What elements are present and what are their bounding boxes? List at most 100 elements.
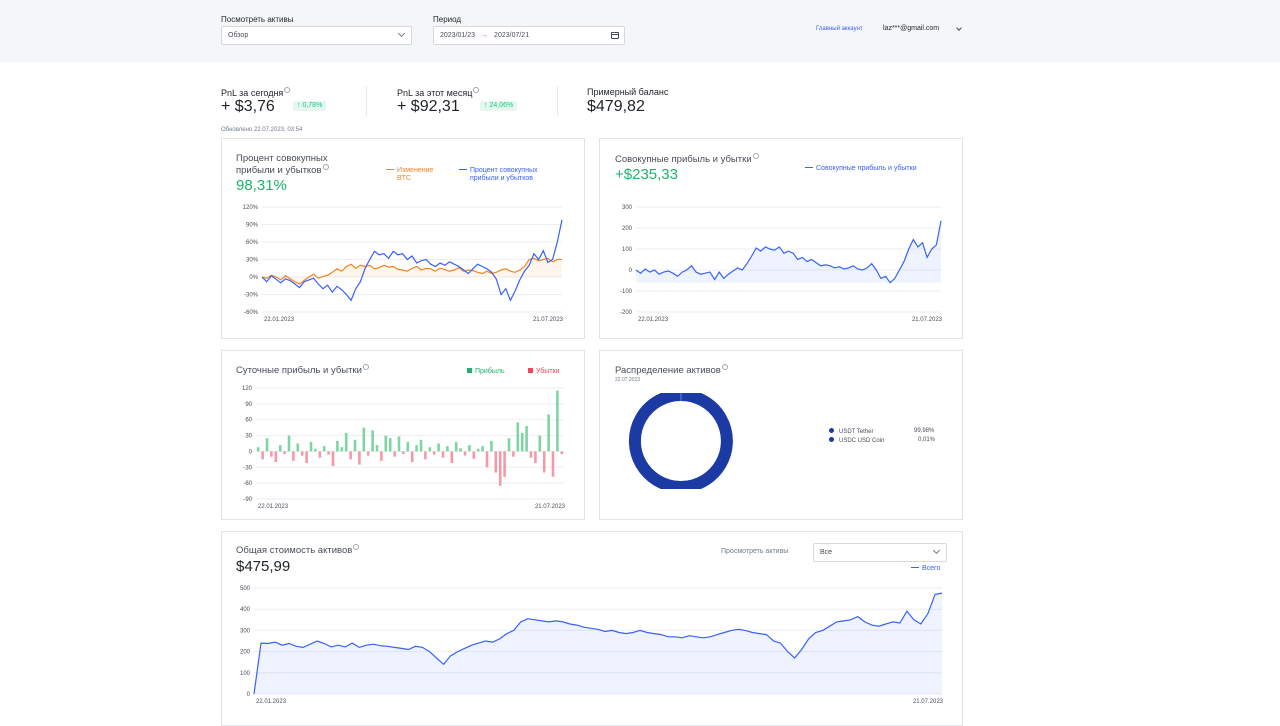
info-icon[interactable]	[473, 87, 479, 93]
pnl-month-label: PnL за этот месяц	[397, 87, 479, 98]
bar	[345, 433, 348, 452]
pnl-month-badge: ↑ 24,06%	[480, 101, 517, 111]
y-tick-label: 0	[629, 268, 633, 274]
info-icon[interactable]	[284, 87, 290, 93]
legend-profit-text: Прибыль	[475, 368, 505, 375]
view-assets-select[interactable]: Обзор	[221, 26, 412, 45]
cumulative-pnl-chart[interactable]: 3002001000-100-20022.01.202321.07.2023	[600, 199, 962, 329]
bar	[367, 451, 370, 455]
total-value-chart[interactable]: 500 400 300 200 100 0 22.01.2023 21.07.2023	[222, 577, 962, 725]
x-tick-label: 21.07.2023	[913, 699, 944, 705]
divider	[557, 86, 558, 116]
card-value: $475,99	[236, 558, 290, 575]
y-tick-label: 300	[240, 628, 251, 634]
legend-total[interactable]: Всего	[911, 565, 940, 573]
bar	[561, 451, 564, 454]
card-title: Распределение активов	[615, 364, 728, 376]
x-tick-label: 22.01.2023	[256, 699, 287, 705]
bar	[332, 451, 335, 466]
card-title: Суточные прибыль и убытки	[236, 364, 369, 376]
legend-profit[interactable]: Прибыль	[467, 368, 505, 376]
x-tick-label: 22.01.2023	[264, 317, 295, 323]
view-assets-value: Обзор	[228, 32, 248, 39]
bar	[376, 445, 379, 451]
y-tick-label: 60%	[246, 240, 259, 246]
info-icon[interactable]	[722, 364, 728, 370]
chevron-down-icon	[933, 547, 940, 554]
info-icon[interactable]	[753, 153, 759, 159]
title-text: Суточные прибыль и убытки	[236, 365, 362, 376]
y-tick-label: 100	[240, 671, 251, 677]
y-tick-label: 0	[247, 692, 251, 698]
cumulative-pct-chart[interactable]: 120%90%60%30%0%-30%-60%22.01.202321.07.2…	[222, 199, 584, 329]
main-account-link[interactable]: Главный аккаунт	[816, 26, 863, 32]
bar	[411, 451, 414, 462]
info-icon[interactable]	[353, 544, 359, 550]
legend-btc[interactable]: Изменение BTC	[386, 167, 433, 183]
bar	[455, 442, 458, 452]
y-tick-label: 0%	[249, 275, 258, 281]
asset-row[interactable]: USDC USD Coin	[829, 437, 884, 444]
y-tick-label: 30	[245, 434, 252, 440]
bar	[552, 451, 555, 476]
y-tick-label: 120%	[243, 205, 259, 211]
info-icon[interactable]	[363, 364, 369, 370]
legend-btc-line2: BTC	[397, 175, 411, 182]
bar	[481, 446, 484, 451]
pnl-today-badge: ↑ 0,78%	[293, 101, 326, 111]
account-email[interactable]: laz***@gmail.com	[883, 25, 939, 32]
bar	[442, 451, 445, 457]
asset-name: USDT Tether	[839, 429, 873, 435]
legend-text: Всего	[922, 565, 940, 572]
bar	[319, 451, 322, 457]
bar	[517, 422, 520, 451]
date-from: 2023/01/23	[440, 32, 475, 39]
assets-filter-select[interactable]: Все	[813, 543, 947, 562]
bar	[547, 414, 550, 451]
bar	[477, 449, 480, 452]
pnl-month-value: + $92,31	[397, 98, 460, 116]
info-icon[interactable]	[323, 164, 329, 170]
legend-loss[interactable]: Убытки	[528, 368, 560, 376]
bar	[433, 451, 436, 454]
arrow-right-icon: →	[481, 32, 488, 39]
chevron-down-icon	[398, 30, 405, 37]
bar	[407, 442, 410, 452]
y-tick-label: 500	[240, 586, 251, 592]
daily-pnl-chart[interactable]: 1209060300-30-60-9022.01.202321.07.2023	[222, 381, 584, 516]
bar	[301, 451, 304, 455]
title-line1: Процент совокупных	[236, 153, 328, 164]
bar	[257, 447, 260, 451]
view-assets-label: Посмотреть активы	[221, 15, 294, 24]
title-text: Распределение активов	[615, 365, 721, 376]
series-line	[262, 220, 562, 300]
allocation-donut[interactable]	[620, 393, 744, 489]
y-tick-label: 90%	[246, 223, 259, 229]
bar	[464, 451, 467, 455]
y-tick-label: 400	[240, 607, 251, 613]
y-tick-label: 0	[249, 449, 253, 455]
card-title: Процент совокупных прибыли и убытков	[236, 153, 329, 176]
allocation-date: 22.07.2023	[615, 377, 640, 383]
period-date-range[interactable]: 2023/01/23 → 2023/07/21	[433, 26, 625, 45]
bar	[266, 438, 269, 451]
bar	[261, 451, 264, 459]
asset-pct: 0,01%	[918, 437, 935, 443]
y-tick-label: 200	[240, 650, 251, 656]
bar	[468, 445, 471, 451]
bar	[402, 451, 405, 454]
y-tick-label: -60%	[244, 310, 259, 316]
bar	[530, 451, 533, 457]
bar	[297, 444, 300, 452]
bar	[358, 451, 361, 464]
legend-cumulative[interactable]: Совокупные прибыль и убытки	[805, 165, 917, 173]
asset-row[interactable]: USDT Tether	[829, 428, 873, 435]
daily-pnl-card: Суточные прибыль и убытки Прибыль Убытки…	[221, 350, 585, 520]
bar	[288, 436, 291, 452]
card-title: Общая стоимость активов	[236, 544, 359, 556]
bar	[371, 430, 374, 451]
legend-btc-line1: Изменение	[397, 167, 433, 174]
bar	[310, 442, 313, 452]
bar	[349, 451, 352, 459]
legend-pct[interactable]: Процент совокупных прибыли и убытков	[459, 167, 538, 183]
